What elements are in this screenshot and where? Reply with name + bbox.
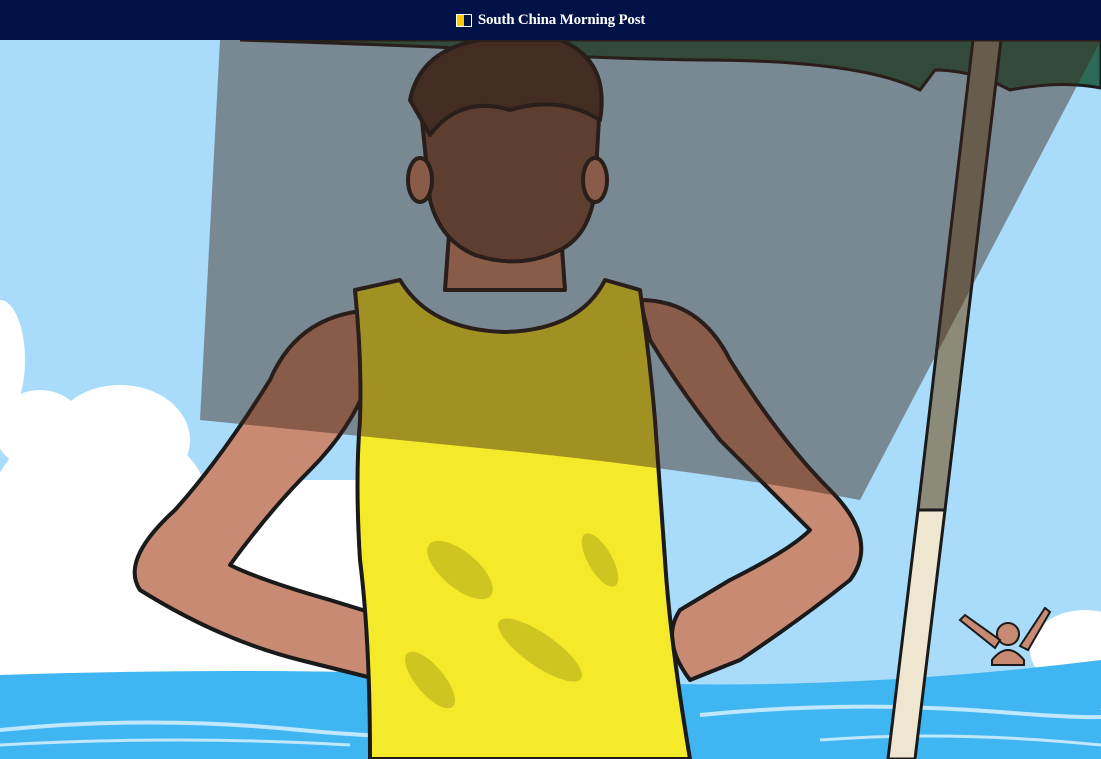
brand-name: South China Morning Post bbox=[477, 11, 646, 28]
brand-logo-link[interactable]: South China Morning Post bbox=[455, 11, 646, 29]
hero-illustration bbox=[0, 40, 1101, 759]
scmp-logo-icon bbox=[455, 13, 472, 27]
top-navigation-bar: South China Morning Post bbox=[0, 0, 1101, 40]
article-page: South China Morning Post bbox=[0, 0, 1101, 759]
